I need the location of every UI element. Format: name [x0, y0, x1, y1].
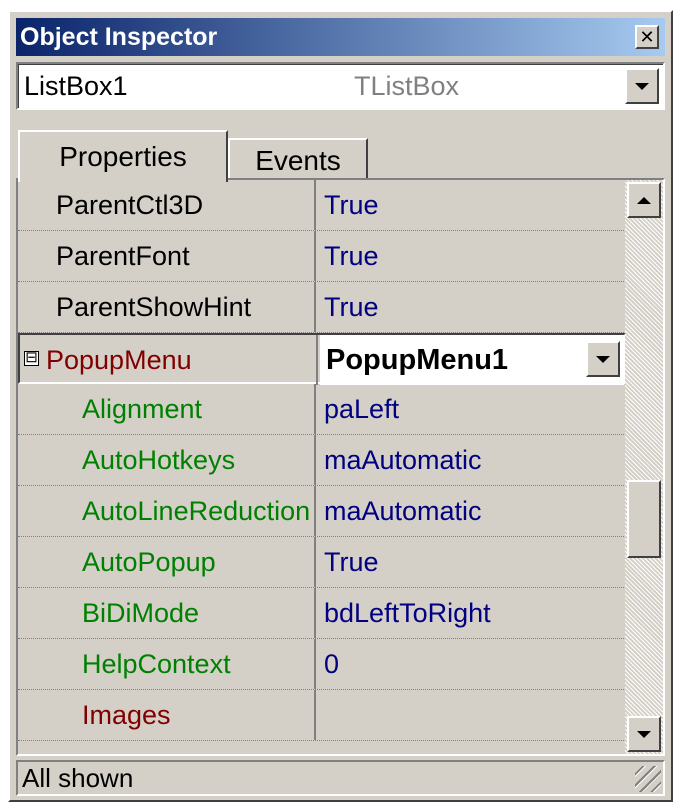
property-name: AutoLineReduction	[18, 486, 316, 536]
property-name: PopupMenu	[20, 335, 318, 385]
tab-properties-label: Properties	[59, 141, 187, 172]
object-type: TListBox	[354, 71, 460, 101]
inspector-tabs: Properties Events	[16, 124, 665, 182]
vertical-scrollbar[interactable]	[625, 180, 663, 754]
property-value[interactable]: 0	[318, 639, 626, 689]
scrollbar-thumb[interactable]	[627, 480, 661, 558]
arrow-down-icon	[637, 730, 651, 738]
close-icon: ✕	[639, 27, 655, 47]
window-title: Object Inspector	[20, 22, 218, 51]
tab-events[interactable]: Events	[228, 138, 368, 182]
chevron-down-icon	[635, 82, 649, 90]
property-row[interactable]: ParentShowHint True	[18, 282, 626, 333]
property-row[interactable]: HelpContext 0	[18, 639, 626, 690]
property-name: ParentShowHint	[18, 282, 316, 332]
property-value[interactable]: paLeft	[318, 384, 626, 434]
property-name: ParentCtl3D	[18, 180, 316, 230]
property-name: AutoHotkeys	[18, 435, 316, 485]
status-bar: All shown	[16, 760, 665, 796]
tab-properties[interactable]: Properties	[18, 130, 228, 182]
property-value[interactable]: maAutomatic	[318, 486, 626, 536]
object-selector-dropdown-button[interactable]	[625, 68, 659, 104]
property-value[interactable]	[318, 690, 626, 740]
property-value[interactable]: bdLeftToRight	[318, 588, 626, 638]
resize-grip-icon[interactable]	[635, 766, 661, 792]
property-name: Images	[18, 690, 316, 740]
property-row-selected[interactable]: ⊟ PopupMenu PopupMenu1	[18, 333, 626, 385]
property-value[interactable]: True	[318, 231, 626, 281]
close-button[interactable]: ✕	[635, 25, 659, 49]
property-row[interactable]: AutoLineReduction maAutomatic	[18, 486, 626, 537]
property-value[interactable]: True	[318, 537, 626, 587]
arrow-up-icon	[637, 196, 651, 204]
property-name: ParentFont	[18, 231, 316, 281]
property-name: BiDiMode	[18, 588, 316, 638]
status-text: All shown	[22, 763, 134, 793]
title-bar[interactable]: Object Inspector ✕	[16, 18, 665, 56]
property-row[interactable]: AutoHotkeys maAutomatic	[18, 435, 626, 486]
property-row[interactable]: BiDiMode bdLeftToRight	[18, 588, 626, 639]
scroll-down-button[interactable]	[627, 716, 661, 752]
property-row[interactable]: AutoPopup True	[18, 537, 626, 588]
property-value[interactable]: maAutomatic	[318, 435, 626, 485]
object-inspector-window: Object Inspector ✕ ListBox1 TListBox Pro…	[8, 10, 673, 802]
scroll-up-button[interactable]	[627, 182, 661, 218]
object-name: ListBox1	[24, 71, 128, 101]
property-value-editor[interactable]: PopupMenu1	[320, 335, 624, 385]
property-name: AutoPopup	[18, 537, 316, 587]
property-row[interactable]: Images	[18, 690, 626, 741]
property-value-dropdown-button[interactable]	[586, 341, 620, 377]
object-selector[interactable]: ListBox1 TListBox	[16, 62, 665, 110]
property-name: Alignment	[18, 384, 316, 434]
property-row[interactable]: ParentFont True	[18, 231, 626, 282]
property-name: HelpContext	[18, 639, 316, 689]
property-value[interactable]: True	[318, 180, 626, 230]
property-rows: ParentCtl3D True ParentFont True ParentS…	[18, 180, 626, 741]
tab-events-label: Events	[255, 145, 341, 176]
property-row[interactable]: Alignment paLeft	[18, 384, 626, 435]
property-grid: ParentCtl3D True ParentFont True ParentS…	[16, 178, 665, 756]
property-value[interactable]: True	[318, 282, 626, 332]
chevron-down-icon	[596, 355, 610, 363]
property-row[interactable]: ParentCtl3D True	[18, 180, 626, 231]
